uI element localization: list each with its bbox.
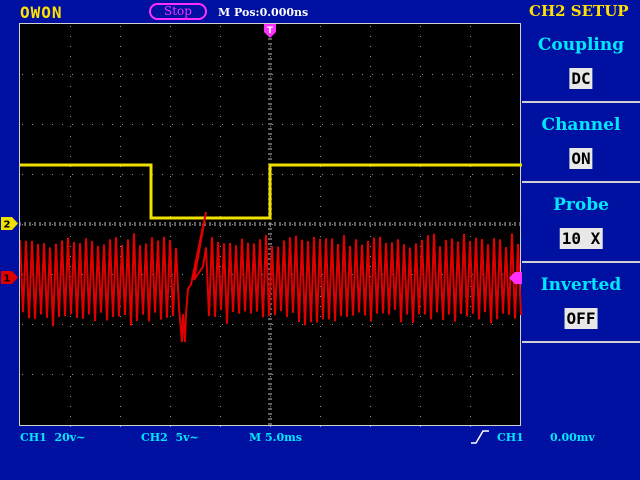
coupling-value: DC xyxy=(569,68,593,89)
ch1-waveform xyxy=(20,211,522,343)
ch2-level-marker[interactable]: 2 xyxy=(1,217,19,230)
trigger-position-marker: T xyxy=(264,24,276,38)
trigger-source-readout: CH1 xyxy=(497,431,524,444)
trigger-level-readout: 0.00mv xyxy=(550,431,595,444)
ch2-scale-readout: CH2 5v~ xyxy=(141,431,199,444)
inverted-value: OFF xyxy=(564,308,598,329)
menu-item-channel[interactable]: Channel ON xyxy=(522,103,640,183)
channel-value: ON xyxy=(569,148,593,169)
rising-edge-trigger-icon xyxy=(471,430,489,444)
probe-value: 10 X xyxy=(559,228,603,249)
probe-label: Probe xyxy=(553,195,609,215)
trigger-level-marker xyxy=(509,272,522,284)
waveform-display xyxy=(19,23,522,427)
graticule xyxy=(20,24,521,427)
ch2-marker-label: 2 xyxy=(4,220,11,231)
ch2-waveform xyxy=(20,163,522,220)
run-stop-indicator[interactable]: Stop xyxy=(149,3,207,20)
ch1-level-marker[interactable]: 1 xyxy=(1,271,19,284)
side-menu: Coupling DC Channel ON Probe 10 X Invert… xyxy=(522,23,640,426)
horizontal-position-readout: M Pos:0.000ns xyxy=(218,6,309,19)
menu-item-probe[interactable]: Probe 10 X xyxy=(522,183,640,263)
ch1-scale-readout: CH1 20v~ xyxy=(20,431,86,444)
channel-label: Channel xyxy=(541,115,621,135)
timebase-readout: M 5.0ms xyxy=(249,431,302,444)
coupling-label: Coupling xyxy=(537,35,625,55)
waveform-plot xyxy=(20,24,522,427)
menu-title: CH2 SETUP xyxy=(529,2,629,20)
brand-logo: OWON xyxy=(20,3,63,22)
ch1-marker-label: 1 xyxy=(4,274,11,285)
inverted-label: Inverted xyxy=(540,275,622,295)
menu-item-inverted[interactable]: Inverted OFF xyxy=(522,263,640,343)
trigger-marker-label: T xyxy=(267,26,274,36)
menu-item-coupling[interactable]: Coupling DC xyxy=(522,23,640,103)
